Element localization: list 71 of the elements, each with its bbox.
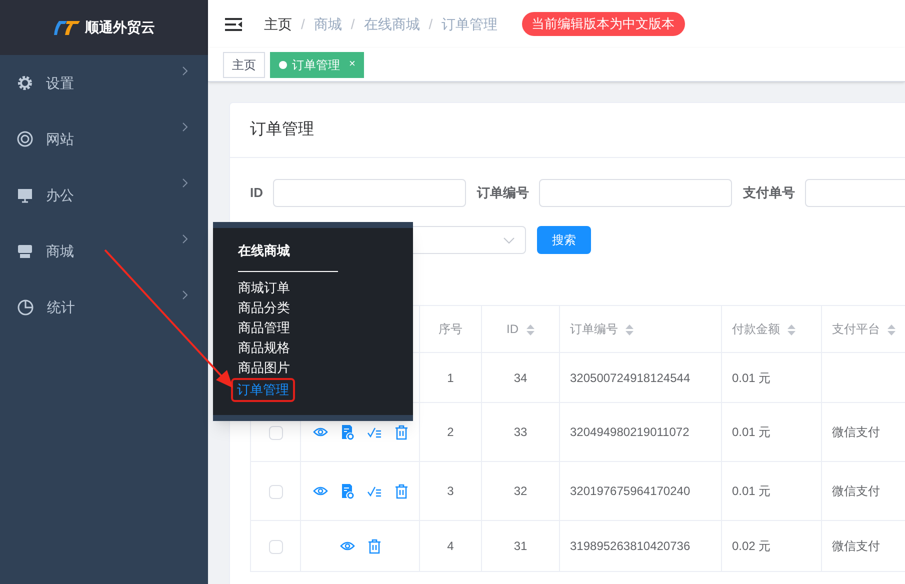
column-header: 序号 [438,322,462,336]
popup-menu-item[interactable]: 商城订单 [238,278,290,298]
document-gear-icon[interactable] [340,484,354,498]
search-button[interactable]: 搜索 [537,226,591,254]
eye-icon[interactable] [312,486,328,496]
breadcrumb-separator: / [428,14,433,34]
table-cell: 3 [447,484,454,498]
eye-icon[interactable] [340,541,354,551]
table-cell: 320494980219011072 [570,425,690,439]
table-cell: 32 [514,484,528,498]
pie-chart-icon [17,298,34,316]
row-checkbox[interactable] [268,426,282,440]
check-list-icon[interactable] [366,426,382,438]
filter-input[interactable] [273,179,466,207]
lifebuoy-icon [17,131,33,147]
check-list-icon[interactable] [366,486,382,496]
table-cell: 320197675964170240 [570,484,690,498]
table-cell: 微信支付 [832,484,880,498]
menu-icon[interactable] [225,18,242,30]
popup-title: 在线商城 [238,242,291,260]
trash-icon[interactable] [368,538,380,554]
row-checkbox[interactable] [268,484,282,499]
table-cell: 320500724918124544 [570,370,690,384]
popup-menu-item[interactable]: 商品规格 [238,338,290,358]
sidebar-item[interactable]: 统计 [0,279,208,335]
popup-menu-item[interactable]: 商品图片 [238,358,290,378]
version-badge: 当前编辑版本为中文版本 [522,12,685,36]
breadcrumb-separator: / [301,14,305,34]
table-cell: 33 [514,425,528,439]
table-cell: 4 [447,539,454,553]
document-gear-icon[interactable] [340,424,354,440]
table-cell: 0.01 元 [732,425,771,439]
trash-icon[interactable] [394,484,408,498]
table-cell: 319895263810420736 [570,539,690,553]
filter-label: 支付单号 [743,184,795,202]
sidebar-item[interactable]: 办公 [0,167,208,223]
table-cell: 34 [514,370,528,384]
popup-menu-item[interactable]: 订单管理 [231,378,295,402]
monitor-icon [17,188,33,202]
filter-input[interactable] [539,179,732,207]
popup-menu-item[interactable]: 商品管理 [238,318,290,338]
card-title: 订单管理 [250,120,314,140]
page-tab[interactable]: 主页 [223,52,265,78]
logo-icon [53,20,81,36]
sidebar-item[interactable]: 设置 [0,55,208,111]
table-cell: 1 [447,370,454,384]
trash-icon[interactable] [394,424,408,440]
table-cell: 微信支付 [832,539,880,553]
breadcrumb-link[interactable]: 主页 [264,14,292,34]
logo-text: 顺通外贸云 [85,18,155,37]
table-cell: 0.01 元 [732,370,771,384]
sidebar-item[interactable]: 网站 [0,111,208,167]
table-cell: 31 [514,539,528,553]
sort-icon[interactable] [787,324,796,336]
popup-menu-item[interactable]: 商品分类 [238,298,290,318]
sort-icon[interactable] [526,324,534,336]
row-checkbox[interactable] [268,540,282,554]
sort-icon[interactable] [625,324,634,336]
sidebar-item[interactable]: 商城 [0,223,208,279]
table-cell: 0.02 元 [732,539,771,553]
filter-label: 订单编号 [477,184,529,202]
filter-label: ID [250,184,263,202]
table-cell: 0.01 元 [732,484,771,498]
chevron-down-icon [503,236,515,244]
breadcrumb-separator: / [350,14,355,34]
shop-icon [17,244,33,258]
gear-icon [17,75,33,91]
table-cell: 微信支付 [832,425,880,439]
sort-icon[interactable] [887,324,896,336]
eye-icon[interactable] [312,427,328,437]
table-cell: 2 [447,425,454,439]
